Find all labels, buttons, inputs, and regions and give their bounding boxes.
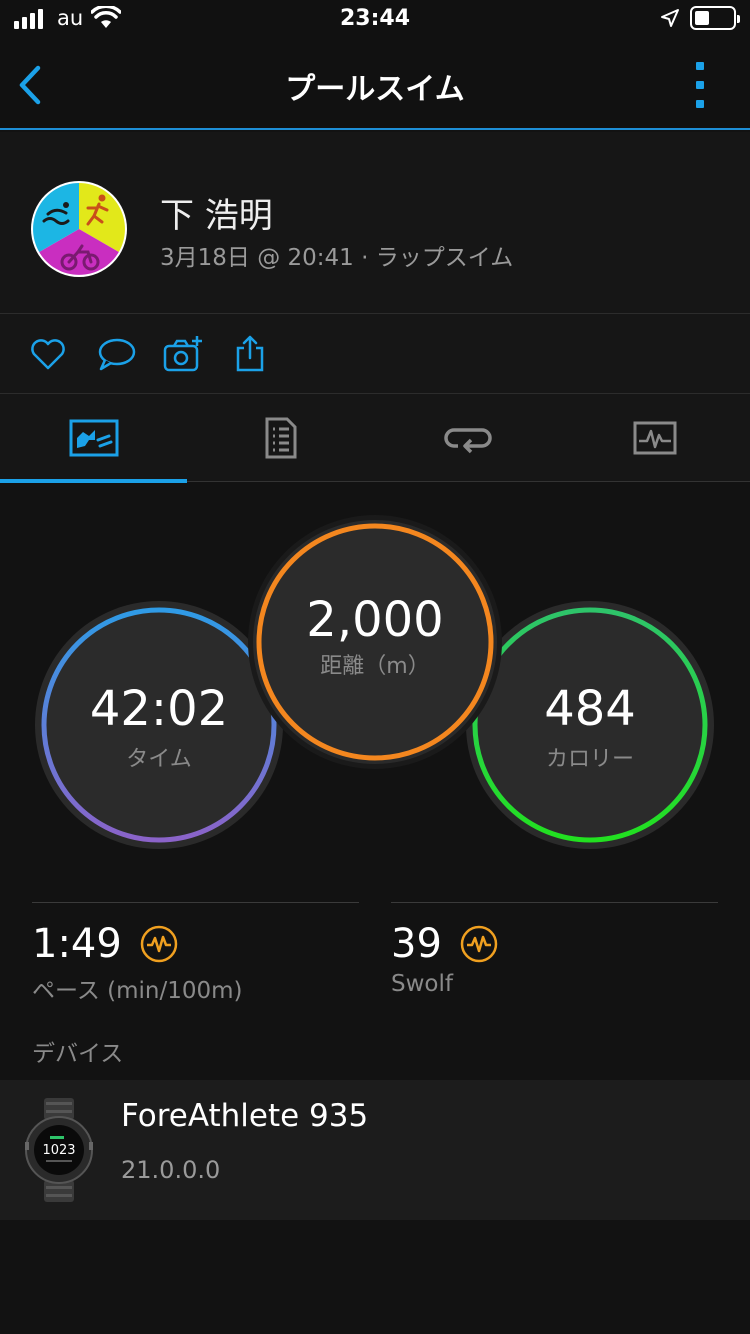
device-name: ForeAthlete 935 — [121, 1098, 369, 1134]
swolf-stat: 39 Swolf — [391, 902, 718, 997]
swolf-label: Swolf — [391, 971, 453, 997]
calories-value: 484 — [544, 680, 636, 737]
activity-date-type: 3月18日 @ 20:41 · ラップスイム — [160, 245, 514, 271]
status-right — [660, 6, 740, 30]
distance-value: 2,000 — [306, 591, 444, 648]
triathlon-avatar[interactable] — [30, 174, 128, 284]
time-value: 42:02 — [89, 680, 229, 737]
watch-face-time: 1023 — [42, 1143, 75, 1158]
details-list-icon — [265, 417, 296, 459]
activity-tabs — [0, 394, 750, 483]
laps-loop-icon — [443, 428, 492, 454]
action-bar — [0, 314, 750, 394]
tab-graphs[interactable] — [561, 394, 748, 482]
pace-value: 1:49 — [32, 921, 122, 967]
comment-icon[interactable] — [96, 334, 136, 374]
activity-header: 下 浩明 3月18日 @ 20:41 · ラップスイム — [0, 132, 750, 314]
more-options-icon[interactable] — [692, 62, 708, 108]
page-title: プールスイム — [285, 72, 465, 107]
tab-overview[interactable] — [0, 394, 187, 483]
devices-section-label: デバイス — [32, 1041, 124, 1067]
status-time: 23:44 — [339, 6, 411, 31]
pace-label: ペース (min/100m) — [32, 978, 243, 1004]
add-photo-icon[interactable] — [163, 334, 203, 374]
distance-metric[interactable]: 2,000 距離（m） — [247, 514, 503, 770]
swolf-value: 39 — [391, 921, 442, 967]
tab-laps[interactable] — [374, 394, 561, 482]
overview-chart-icon — [69, 419, 118, 457]
location-arrow-icon — [661, 9, 679, 27]
device-row[interactable]: 1023 ForeAthlete 935 21.0.0.0 — [0, 1080, 750, 1220]
nav-bar: プールスイム — [0, 40, 750, 130]
status-bar: au 23:44 — [0, 0, 750, 40]
share-icon[interactable] — [232, 334, 272, 374]
graph-waveform-icon — [633, 421, 676, 455]
tab-details[interactable] — [187, 394, 374, 482]
distance-label: 距離（m） — [320, 654, 430, 680]
pace-waveform-icon[interactable] — [140, 925, 178, 963]
battery-icon — [690, 6, 740, 30]
watch-image: 1023 — [25, 1098, 93, 1202]
user-name[interactable]: 下 浩明 — [160, 188, 273, 237]
pace-stat: 1:49 ペース (min/100m) — [32, 902, 359, 1005]
swolf-waveform-icon[interactable] — [460, 925, 498, 963]
time-label: タイム — [126, 747, 192, 773]
device-version: 21.0.0.0 — [121, 1156, 221, 1184]
heart-icon[interactable] — [28, 334, 68, 374]
calories-label: カロリー — [545, 747, 634, 773]
